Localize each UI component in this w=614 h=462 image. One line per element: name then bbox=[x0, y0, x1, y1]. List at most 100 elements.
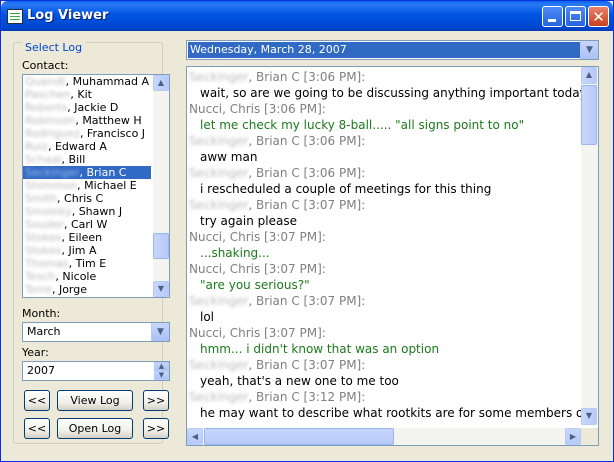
chat-hscroll-thumb[interactable] bbox=[204, 428, 394, 445]
contact-list-item[interactable]: Roberts, Jackie D bbox=[23, 101, 151, 114]
open-next-button[interactable]: >> bbox=[143, 418, 169, 439]
chevron-up-icon: ▲ bbox=[158, 362, 165, 370]
contact-list-item[interactable]: Thomas, Tim E bbox=[23, 257, 151, 270]
year-spin-buttons[interactable]: ▲ ▼ bbox=[154, 362, 169, 380]
contact-list-item[interactable]: Paschen, Kit bbox=[23, 88, 151, 101]
chat-log[interactable]: Seckinger, Brian C [3:06 PM]: wait, so ar… bbox=[186, 66, 599, 446]
view-prev-button[interactable]: << bbox=[24, 390, 50, 411]
sender-name-time: , Brian C [3:07 PM]: bbox=[248, 198, 366, 212]
chevron-up-icon: ▲ bbox=[585, 70, 593, 79]
chat-scroll-left-button[interactable]: ◀ bbox=[187, 428, 203, 445]
contact-last-name: Souder bbox=[25, 218, 64, 231]
year-down-button[interactable]: ▼ bbox=[154, 371, 169, 380]
sender-name-time: , Brian C [3:07 PM]: bbox=[248, 358, 366, 372]
view-log-button[interactable]: View Log bbox=[57, 390, 133, 411]
year-label: Year: bbox=[22, 346, 49, 359]
contact-list-item[interactable]: Robinson, Matthew H bbox=[23, 114, 151, 127]
view-next-button[interactable]: >> bbox=[143, 390, 169, 411]
chat-scroll-up-button[interactable]: ▲ bbox=[581, 67, 597, 84]
chat-scroll-down-button[interactable]: ▼ bbox=[581, 408, 597, 425]
contact-last-name: Smith bbox=[25, 192, 58, 205]
date-dropdown-button[interactable]: ▼ bbox=[580, 41, 598, 59]
contact-last-name: Quandt bbox=[25, 75, 66, 88]
message-header: Seckinger, Brian C [3:06 PM]: bbox=[187, 165, 580, 181]
contact-items: Quandt, Muhammad A Paschen, Kit Roberts, J… bbox=[23, 75, 169, 296]
contact-list-item[interactable]: Ruiz, Edward A bbox=[23, 140, 151, 153]
contact-list-item[interactable]: Shimmon, Michael E bbox=[23, 179, 151, 192]
contact-last-name: Schaal bbox=[25, 153, 62, 166]
month-label: Month: bbox=[22, 307, 61, 320]
year-up-button[interactable]: ▲ bbox=[154, 362, 169, 371]
select-log-legend: Select Log bbox=[22, 41, 86, 54]
chevron-left-icon: ◀ bbox=[191, 432, 199, 441]
message-header: Seckinger, Brian C [3:07 PM]: bbox=[187, 293, 580, 309]
maximize-button[interactable] bbox=[565, 6, 586, 27]
scroll-up-button[interactable]: ▲ bbox=[153, 75, 169, 91]
contact-list-item[interactable]: Seckinger, Brian C bbox=[23, 166, 151, 179]
close-button[interactable]: ✕ bbox=[588, 6, 609, 27]
contact-last-name: Tesch bbox=[25, 270, 56, 283]
chat-scroll-right-button[interactable]: ▶ bbox=[565, 428, 581, 445]
message-text: "are you serious?" bbox=[200, 278, 310, 292]
chat-vertical-scrollbar[interactable]: ▲ ▼ bbox=[581, 67, 598, 425]
contact-first-name: , Shawn J bbox=[71, 205, 123, 218]
contact-first-name: , Jim A bbox=[61, 244, 97, 257]
contact-last-name: Seckinger bbox=[25, 166, 80, 179]
contact-first-name: , Kit bbox=[70, 88, 92, 101]
sender-last-name: Seckinger bbox=[189, 70, 249, 84]
month-value: March bbox=[27, 325, 61, 338]
contact-list-item[interactable]: Souder, Carl W bbox=[23, 218, 151, 231]
message-text: aww man bbox=[200, 150, 258, 164]
message-text: lol bbox=[200, 310, 215, 324]
open-prev-button[interactable]: << bbox=[24, 418, 50, 439]
contact-list[interactable]: Quandt, Muhammad A Paschen, Kit Roberts, J… bbox=[22, 74, 170, 298]
contact-list-item[interactable]: Rodriguez, Francisco J bbox=[23, 127, 151, 140]
chevron-down-icon: ▼ bbox=[158, 371, 165, 379]
sender-name-time: , Brian C [3:07 PM]: bbox=[248, 294, 366, 308]
contact-last-name: Roberts bbox=[25, 101, 68, 114]
contact-last-name: Stokes bbox=[25, 244, 62, 257]
chat-scroll-thumb[interactable] bbox=[581, 85, 597, 145]
contact-last-name: Shimmon bbox=[25, 179, 78, 192]
sender-last-name: Seckinger bbox=[189, 198, 249, 212]
scroll-down-button[interactable]: ▼ bbox=[153, 281, 169, 297]
month-dropdown-button[interactable]: ▼ bbox=[151, 323, 169, 341]
app-icon bbox=[7, 9, 23, 24]
contact-last-name: Robinson bbox=[25, 114, 76, 127]
contact-first-name: , Nicole bbox=[55, 270, 97, 283]
date-select[interactable]: Wednesday, March 28, 2007 ▼ bbox=[186, 40, 599, 60]
contact-list-item[interactable]: Tesch, Nicole bbox=[23, 270, 151, 283]
message-header: Nucci, Chris [3:07 PM]: bbox=[187, 229, 580, 245]
sender-last-name: Seckinger bbox=[189, 166, 249, 180]
message-text: i rescheduled a couple of meetings for t… bbox=[200, 182, 492, 196]
minimize-button[interactable] bbox=[542, 6, 563, 27]
open-log-button[interactable]: Open Log bbox=[57, 418, 133, 439]
chevron-down-icon: ▼ bbox=[157, 327, 164, 337]
chat-horizontal-scrollbar[interactable]: ◀ ▶ bbox=[187, 428, 581, 445]
month-select[interactable]: March ▼ bbox=[22, 322, 170, 342]
contact-last-name: Ruiz bbox=[25, 140, 48, 153]
contact-scrollbar[interactable]: ▲ ▼ bbox=[153, 75, 169, 297]
year-spinner[interactable]: 2007 ▲ ▼ bbox=[22, 361, 170, 381]
contact-list-item[interactable]: Smoloky, Shawn J bbox=[23, 205, 151, 218]
contact-first-name: , Carl W bbox=[63, 218, 108, 231]
title-bar[interactable]: Log Viewer ✕ bbox=[1, 1, 613, 31]
scroll-thumb[interactable] bbox=[153, 233, 169, 259]
contact-last-name: Thomas bbox=[25, 257, 69, 270]
message-header: Nucci, Chris [3:07 PM]: bbox=[187, 325, 580, 341]
sender-name-time: , Brian C [3:06 PM]: bbox=[248, 70, 366, 84]
contact-list-item[interactable]: Quandt, Muhammad A bbox=[23, 75, 151, 88]
contact-first-name: , Jackie D bbox=[67, 101, 119, 114]
contact-last-name: Smoloky bbox=[25, 205, 72, 218]
close-icon: ✕ bbox=[592, 8, 605, 26]
sender-last-name: Seckinger bbox=[189, 390, 249, 404]
contact-list-item[interactable]: Smith, Chris C bbox=[23, 192, 151, 205]
date-value: Wednesday, March 28, 2007 bbox=[188, 42, 580, 58]
contact-first-name: , Michael E bbox=[77, 179, 137, 192]
contact-first-name: , Muhammad A bbox=[65, 75, 149, 88]
contact-list-item[interactable]: Torre, Jorge bbox=[23, 283, 151, 296]
contact-list-item[interactable]: Schaal, Bill bbox=[23, 153, 151, 166]
message-text: let me check my lucky 8-ball..... "all s… bbox=[200, 118, 525, 132]
contact-list-item[interactable]: Stokes, Jim A bbox=[23, 244, 151, 257]
contact-list-item[interactable]: Stokes, Eileen bbox=[23, 231, 151, 244]
